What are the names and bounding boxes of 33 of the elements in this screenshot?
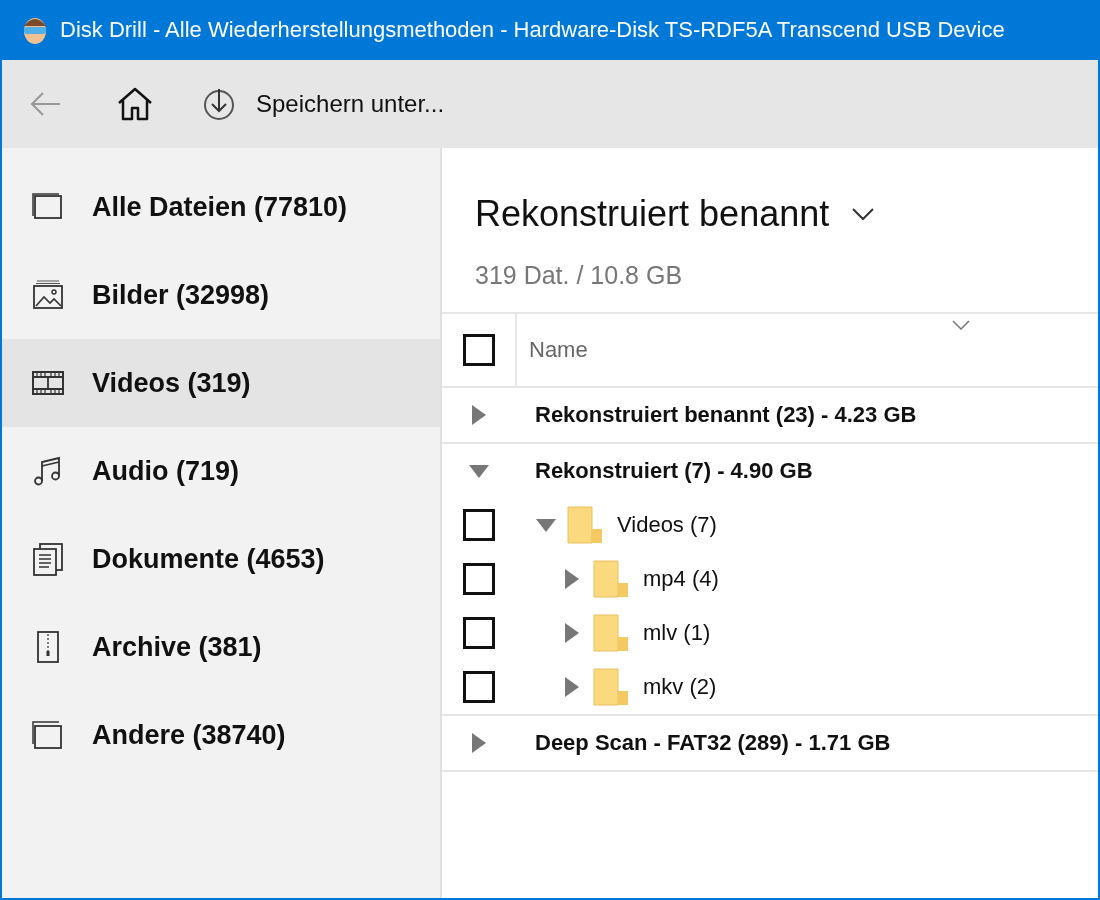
checkbox[interactable] (462, 509, 495, 541)
group-label[interactable]: Rekonstruiert (7) - 4.90 GB (535, 458, 813, 484)
folder-icon (567, 505, 603, 545)
folder-icon (593, 613, 629, 653)
chevron-down-icon[interactable] (851, 207, 876, 221)
file-summary: 319 Dat. / 10.8 GB (475, 261, 683, 290)
sidebar-item[interactable]: Archive (381) (2, 603, 440, 691)
folder-name[interactable]: mkv (2) (643, 674, 717, 700)
checkbox[interactable] (462, 617, 495, 649)
folder-name[interactable]: mp4 (4) (643, 566, 719, 592)
folder-name[interactable]: Videos (7) (617, 512, 717, 538)
group-label[interactable]: Deep Scan - FAT32 (289) - 1.71 GB (535, 730, 891, 756)
column-header[interactable]: Name (529, 337, 588, 363)
sidebar-item[interactable]: Bilder (32998) (2, 251, 440, 339)
sort-chevron-icon[interactable] (952, 320, 970, 330)
group-label[interactable]: Rekonstruiert benannt (23) - 4.23 GB (535, 402, 917, 428)
folder-icon (593, 559, 629, 599)
download-icon (202, 87, 236, 121)
checkbox[interactable] (462, 671, 495, 703)
sidebar-item[interactable]: Andere (38740) (2, 691, 440, 779)
view-title: Rekonstruiert benannt (475, 193, 830, 235)
checkbox[interactable] (462, 334, 495, 366)
save-as-button[interactable]: Speichern unter... (202, 87, 445, 121)
sidebar-item[interactable]: Audio (719) (2, 427, 440, 515)
documents-icon (30, 541, 66, 577)
sidebar-item[interactable]: Videos (319) (2, 339, 440, 427)
sidebar-item[interactable]: Dokumente (4653) (2, 515, 440, 603)
checkbox[interactable] (462, 563, 495, 595)
sidebar-item[interactable]: Alle Dateien (77810) (2, 163, 440, 251)
folder-name[interactable]: mlv (1) (643, 620, 711, 646)
home-button[interactable] (116, 87, 154, 121)
window-title: Disk Drill - Alle Wiederherstellungsmethoden - Hardware-Disk TS-RDF5A Transcend USB Device (60, 17, 1005, 43)
folder-icon (593, 667, 629, 707)
